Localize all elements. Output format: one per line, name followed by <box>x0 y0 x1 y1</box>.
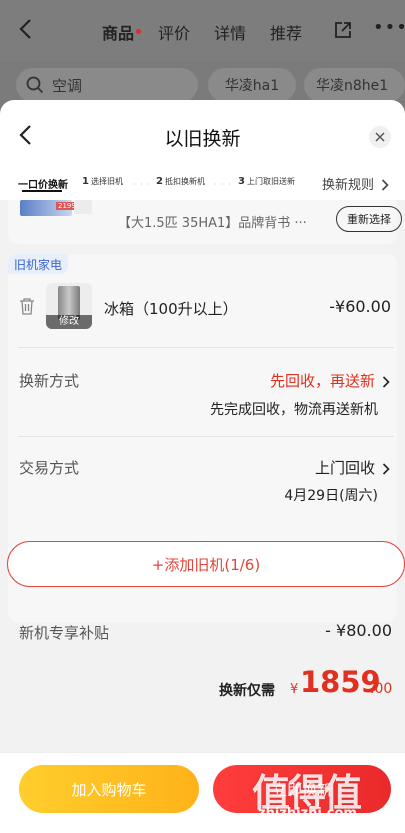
subsidy-label: 新机专享补贴 <box>19 624 110 642</box>
total-price-decimal: .00 <box>370 681 393 697</box>
step-dots: · · · <box>133 180 151 189</box>
sheet-header: 以旧换新 <box>0 100 405 170</box>
add-old-appliance-button[interactable]: +添加旧机(1/6) <box>7 541 405 587</box>
product-name: 【大1.5匹 35HA1】品牌背书 ··· <box>118 216 307 231</box>
tab-product[interactable]: 商品 <box>102 20 142 44</box>
share-icon[interactable] <box>333 20 353 44</box>
background-tabs: 商品 评价 详情 推荐 <box>102 20 302 44</box>
more-icon[interactable]: ••• <box>373 17 405 38</box>
subsidy-value: - ¥80.00 <box>325 621 392 640</box>
trade-method-label: 交易方式 <box>19 459 80 477</box>
step-2: 2 抵扣换新机 <box>156 176 205 187</box>
divider <box>18 436 394 437</box>
total-label: 换新仅需 <box>219 683 275 699</box>
close-icon[interactable] <box>369 126 391 148</box>
chevron-right-icon[interactable] <box>382 373 390 392</box>
new-product-card: 2199 【大1.5匹 35HA1】品牌背书 ··· 重新选择 <box>8 200 402 244</box>
tab-reviews[interactable]: 评价 <box>158 20 190 44</box>
add-to-cart-button[interactable]: 加入购物车 <box>19 765 199 813</box>
trade-in-sheet: 以旧换新 一口价换新 1 选择旧机 · · · 2 抵扣换新机 · · · 3 上门取… <box>0 100 405 833</box>
search-icon <box>26 76 44 94</box>
step-main-underline <box>22 190 62 192</box>
search-chip[interactable]: 华凌ha1 <box>208 68 296 102</box>
product-thumbnail: 2199 <box>20 200 78 216</box>
search-placeholder: 空调 <box>52 76 83 95</box>
fridge-image[interactable]: 修改 <box>46 283 92 329</box>
tab-details[interactable]: 详情 <box>214 20 246 44</box>
old-appliance-tag: 旧机家电 <box>8 254 69 274</box>
tab-recommend[interactable]: 推荐 <box>270 20 302 44</box>
old-appliance-price: -¥60.00 <box>329 297 391 316</box>
divider <box>18 347 394 348</box>
trade-method-date: 4月29日(周六) <box>284 488 378 504</box>
trade-method-value[interactable]: 上门回收 <box>315 457 375 478</box>
reselect-button[interactable]: 重新选择 <box>336 206 402 232</box>
sheet-title: 以旧换新 <box>164 128 241 150</box>
step-dots: · · · <box>214 180 232 189</box>
exchange-method-description: 先完成回收，物流再送新机 <box>210 402 378 418</box>
chevron-right-icon[interactable] <box>382 460 390 479</box>
exchange-method-value[interactable]: 先回收，再送新 <box>270 370 375 391</box>
page: 商品 评价 详情 推荐 ••• 空调 华凌ha1 华凌n8he1 以旧换新 一口… <box>0 0 405 833</box>
trash-icon[interactable] <box>19 297 35 319</box>
background-back-icon[interactable] <box>18 18 32 44</box>
watermark-url: zhizhizhi.com <box>258 806 357 821</box>
total-currency: ¥ <box>290 682 299 697</box>
trade-in-steps: 一口价换新 1 选择旧机 · · · 2 抵扣换新机 · · · 3 上门取旧送新 换… <box>0 170 405 194</box>
background-nav-bar: 商品 评价 详情 推荐 ••• <box>0 0 405 62</box>
total-price-integer: 1859 <box>300 665 381 699</box>
exchange-method-label: 换新方式 <box>19 372 80 390</box>
background-search-box[interactable]: 空调 <box>16 68 198 102</box>
search-chip[interactable]: 华凌n8he1 <box>304 68 405 102</box>
step-1: 1 选择旧机 <box>82 176 123 187</box>
rules-link[interactable]: 换新规则 <box>322 174 374 193</box>
old-appliance-name: 冰箱（100升以上） <box>104 300 238 318</box>
product-thumbnail <box>74 200 92 214</box>
step-main-label: 一口价换新 <box>18 180 68 191</box>
chevron-right-icon[interactable] <box>381 176 389 195</box>
watermark: 值得值 zhizhizhi.com <box>252 762 402 824</box>
step-3: 3 上门取旧送新 <box>238 176 295 187</box>
edit-label[interactable]: 修改 <box>46 315 92 329</box>
